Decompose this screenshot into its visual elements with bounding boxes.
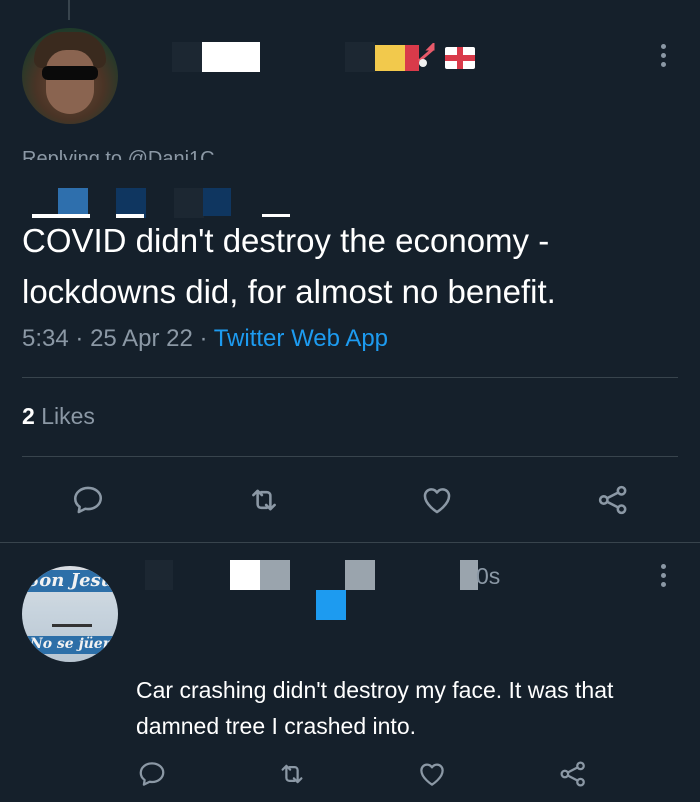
retweet-button[interactable] [272, 754, 312, 794]
avatar-figure [52, 602, 92, 627]
avatar-text-top: Son Jesu [26, 570, 114, 591]
retweet-button[interactable] [244, 480, 284, 520]
divider [22, 377, 678, 378]
likes-label: Likes [41, 403, 95, 429]
retweet-icon [281, 764, 303, 784]
likes-count: 2 [22, 403, 35, 429]
tweet-text: COVID didn't destroy the economy - lockd… [22, 222, 556, 310]
share-icon [598, 485, 627, 515]
author-avatar[interactable] [22, 28, 118, 124]
likes-stat[interactable]: 2 Likes [22, 403, 95, 430]
meta-separator: · [199, 325, 208, 352]
redacted-display-name[interactable] [202, 42, 260, 72]
reply-author-avatar[interactable]: Son Jesu No se jüer [22, 566, 118, 662]
reply-icon [139, 762, 165, 786]
redacted-emoji-3 [174, 188, 204, 218]
flag-icons [375, 41, 475, 71]
tweet-metadata: 5:34 · 25 Apr 22 · Twitter Web App [22, 325, 388, 353]
avatar-face [46, 50, 94, 114]
share-icon [560, 761, 585, 787]
redacted-reply-display-name[interactable] [230, 560, 260, 590]
reply-button[interactable] [132, 754, 172, 794]
reply-button[interactable] [68, 480, 108, 520]
redacted-handle-shadow [345, 42, 375, 72]
meta-separator: · [75, 325, 84, 352]
redacted-reply-handle [345, 560, 375, 590]
like-button[interactable] [417, 480, 457, 520]
redacted-name-shadow [172, 42, 202, 72]
tweet-source-link[interactable]: Twitter Web App [214, 325, 388, 352]
redacted-emoji-4 [203, 188, 231, 216]
more-options-icon[interactable] [653, 562, 673, 590]
like-icon [420, 763, 444, 786]
thread-connector [68, 0, 70, 20]
like-button[interactable] [412, 754, 452, 794]
name-emoji-flags [375, 41, 479, 71]
avatar-sunglasses [42, 66, 98, 80]
replying-to-label: Replying to @Dani1C [22, 148, 215, 160]
retweet-icon [252, 489, 276, 511]
redacted-reply-display-name-2 [260, 560, 290, 590]
reply-icon [73, 486, 103, 514]
avatar-text-bottom: No se jüer [29, 636, 111, 652]
reply-time-suffix[interactable]: 0s [476, 563, 500, 590]
more-options-icon[interactable] [653, 42, 673, 70]
share-button[interactable] [553, 754, 593, 794]
tweet-separator [0, 542, 700, 543]
tweet-time[interactable]: 5:34 [22, 325, 69, 352]
divider [22, 456, 678, 457]
like-icon [423, 488, 451, 514]
redacted-reply-name-shadow [145, 560, 173, 590]
redacted-reply-handle-2 [316, 590, 346, 620]
tweet-date[interactable]: 25 Apr 22 [90, 325, 193, 352]
share-button[interactable] [593, 480, 633, 520]
reply-text: Car crashing didn't destroy my face. It … [136, 677, 614, 739]
